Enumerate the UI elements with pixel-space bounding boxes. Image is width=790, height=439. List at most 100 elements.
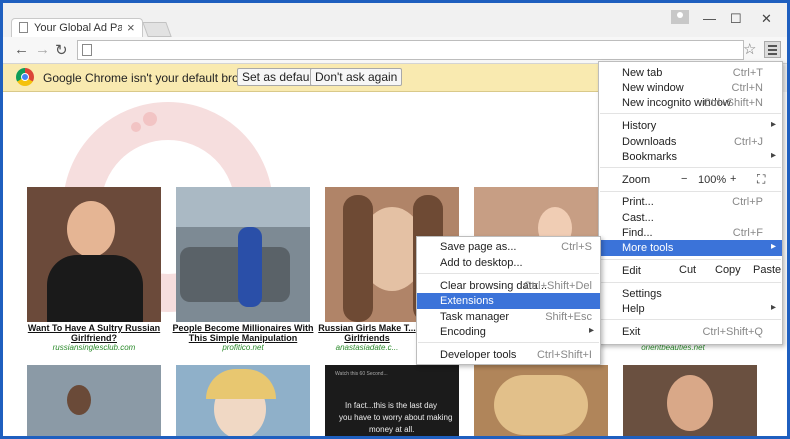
ad-thumbnail[interactable] — [623, 365, 757, 436]
menu-item-exit[interactable]: Exit Ctrl+Shift+Q — [599, 324, 782, 340]
set-default-button[interactable]: Set as default — [237, 68, 321, 86]
infobar-message: Google Chrome isn't your default browser… — [43, 71, 267, 85]
copy-button[interactable]: Copy — [715, 264, 741, 276]
submenu-arrow-icon: ▸ — [770, 241, 776, 252]
ad-thumbnail[interactable] — [176, 365, 310, 436]
ad-thumbnail-text: In fact...this is the last day — [345, 401, 438, 410]
submenu-arrow-icon: ▸ — [770, 302, 776, 313]
menu-item-label: New window — [622, 82, 684, 94]
fullscreen-icon[interactable]: ⛶ — [757, 172, 765, 187]
forward-button[interactable]: → — [35, 41, 50, 58]
url-input[interactable] — [96, 42, 720, 59]
chrome-logo-icon — [16, 68, 34, 86]
menu-bar-icon — [768, 53, 777, 55]
menu-item-label: History — [622, 120, 657, 132]
menu-bar-icon — [768, 45, 777, 47]
ad-caption-link[interactable]: People Become Millionaires With This Sim… — [168, 323, 318, 343]
new-tab-button[interactable] — [142, 22, 172, 37]
ad-thumbnail[interactable] — [474, 365, 608, 436]
menu-item-shortcut: Ctrl+P — [732, 196, 763, 208]
ad-thumbnail[interactable] — [27, 187, 161, 322]
cut-button[interactable]: Cut — [679, 264, 696, 276]
menu-separator — [418, 342, 599, 343]
back-button[interactable]: ← — [14, 41, 29, 58]
zoom-in-button[interactable]: + — [730, 173, 736, 185]
submenu-arrow-icon: ▸ — [588, 325, 594, 336]
menu-item-bookmarks[interactable]: Bookmarks ▸ — [599, 149, 782, 165]
close-window-button[interactable]: ✕ — [761, 11, 772, 27]
ad-thumbnail[interactable] — [27, 365, 161, 436]
menu-item-shortcut: Ctrl+N — [731, 82, 763, 94]
browser-tab[interactable]: Your Global Ad Partner - V × — [11, 18, 143, 38]
menu-separator — [600, 113, 781, 114]
menu-separator — [418, 273, 599, 274]
menu-item-label: Encoding — [440, 326, 486, 338]
toolbar: ← → ↻ ☆ — [3, 37, 787, 64]
menu-item-zoom: Zoom − 100% + ⛶ — [599, 172, 782, 188]
menu-item-label: Find... — [622, 227, 653, 239]
menu-item-more-tools[interactable]: More tools ▸ — [599, 240, 782, 256]
submenu-item-clear-browsing-data[interactable]: Clear browsing data... Ctrl+Shift+Del — [417, 278, 600, 294]
menu-item-downloads[interactable]: Downloads Ctrl+J — [599, 134, 782, 150]
menu-separator — [600, 191, 781, 192]
profile-icon[interactable] — [671, 10, 689, 24]
bookmark-star-icon[interactable]: ☆ — [743, 40, 756, 58]
menu-separator — [600, 259, 781, 260]
chrome-menu-button[interactable] — [764, 41, 781, 58]
menu-item-label: Extensions — [440, 295, 494, 307]
menu-item-shortcut: Ctrl+Shift+Del — [523, 280, 592, 292]
menu-separator — [600, 282, 781, 283]
zoom-level: 100% — [698, 174, 727, 186]
menu-item-settings[interactable]: Settings — [599, 286, 782, 302]
ad-thumbnail[interactable]: Watch this 60 Second... In fact...this i… — [325, 365, 459, 436]
submenu-item-add-to-desktop[interactable]: Add to desktop... — [417, 255, 600, 271]
menu-item-edit: Edit Cut Copy Paste — [599, 263, 782, 279]
ad-thumbnail[interactable] — [176, 187, 310, 322]
menu-item-help[interactable]: Help ▸ — [599, 301, 782, 317]
browser-window: Your Global Ad Partner - V × — ☐ ✕ ← → ↻… — [3, 3, 787, 436]
ad-domain[interactable]: profitico.net — [168, 343, 318, 352]
address-bar[interactable] — [77, 40, 744, 60]
submenu-item-save-page[interactable]: Save page as... Ctrl+S — [417, 239, 600, 255]
submenu-item-developer-tools[interactable]: Developer tools Ctrl+Shift+I — [417, 347, 600, 363]
menu-item-new-incognito-window[interactable]: New incognito window Ctrl+Shift+N — [599, 95, 782, 111]
menu-item-cast[interactable]: Cast... — [599, 210, 782, 226]
menu-item-label: Print... — [622, 196, 654, 208]
menu-item-shortcut: Ctrl+Shift+Q — [702, 326, 763, 338]
menu-item-print[interactable]: Print... Ctrl+P — [599, 194, 782, 210]
menu-item-shortcut: Shift+Esc — [545, 311, 592, 323]
minimize-button[interactable]: — — [703, 11, 716, 26]
menu-item-label: Help — [622, 303, 645, 315]
menu-item-shortcut: Ctrl+T — [732, 67, 763, 79]
menu-item-shortcut: Ctrl+J — [733, 136, 763, 148]
tab-close-icon[interactable]: × — [127, 20, 135, 35]
submenu-arrow-icon: ▸ — [770, 119, 776, 130]
watermark-dot — [143, 112, 157, 126]
ad-caption-link[interactable]: Russian Girls Make T... Girlfriends — [317, 323, 417, 343]
menu-item-shortcut: Ctrl+Shift+N — [703, 97, 763, 109]
ad-caption-link[interactable]: Want To Have A Sultry Russian Girlfriend… — [19, 323, 169, 343]
paste-button[interactable]: Paste — [753, 264, 781, 276]
zoom-out-button[interactable]: − — [681, 173, 687, 185]
menu-item-label: Developer tools — [440, 349, 517, 361]
menu-item-new-tab[interactable]: New tab Ctrl+T — [599, 65, 782, 81]
menu-item-new-window[interactable]: New window Ctrl+N — [599, 80, 782, 96]
submenu-item-extensions[interactable]: Extensions — [417, 293, 600, 309]
menu-item-shortcut: Ctrl+Shift+I — [536, 349, 592, 361]
menu-item-shortcut: Ctrl+S — [561, 241, 592, 253]
reload-button[interactable]: ↻ — [55, 41, 68, 59]
ad-thumbnail-text: money at all. — [369, 425, 415, 434]
menu-item-shortcut: Ctrl+F — [732, 227, 763, 239]
more-tools-submenu: Save page as... Ctrl+S Add to desktop...… — [416, 236, 601, 365]
dont-ask-again-button[interactable]: Don't ask again — [310, 68, 403, 86]
ad-domain[interactable]: anastasiadate.c... — [317, 343, 417, 352]
maximize-button[interactable]: ☐ — [730, 11, 742, 27]
submenu-item-task-manager[interactable]: Task manager Shift+Esc — [417, 309, 600, 325]
menu-item-history[interactable]: History ▸ — [599, 118, 782, 134]
watermark-dot — [131, 122, 141, 132]
page-icon — [19, 22, 28, 33]
menu-item-find[interactable]: Find... Ctrl+F — [599, 225, 782, 241]
ad-domain[interactable]: russiansinglesclub.com — [19, 343, 169, 352]
submenu-item-encoding[interactable]: Encoding ▸ — [417, 324, 600, 340]
menu-item-label: Bookmarks — [622, 151, 678, 163]
